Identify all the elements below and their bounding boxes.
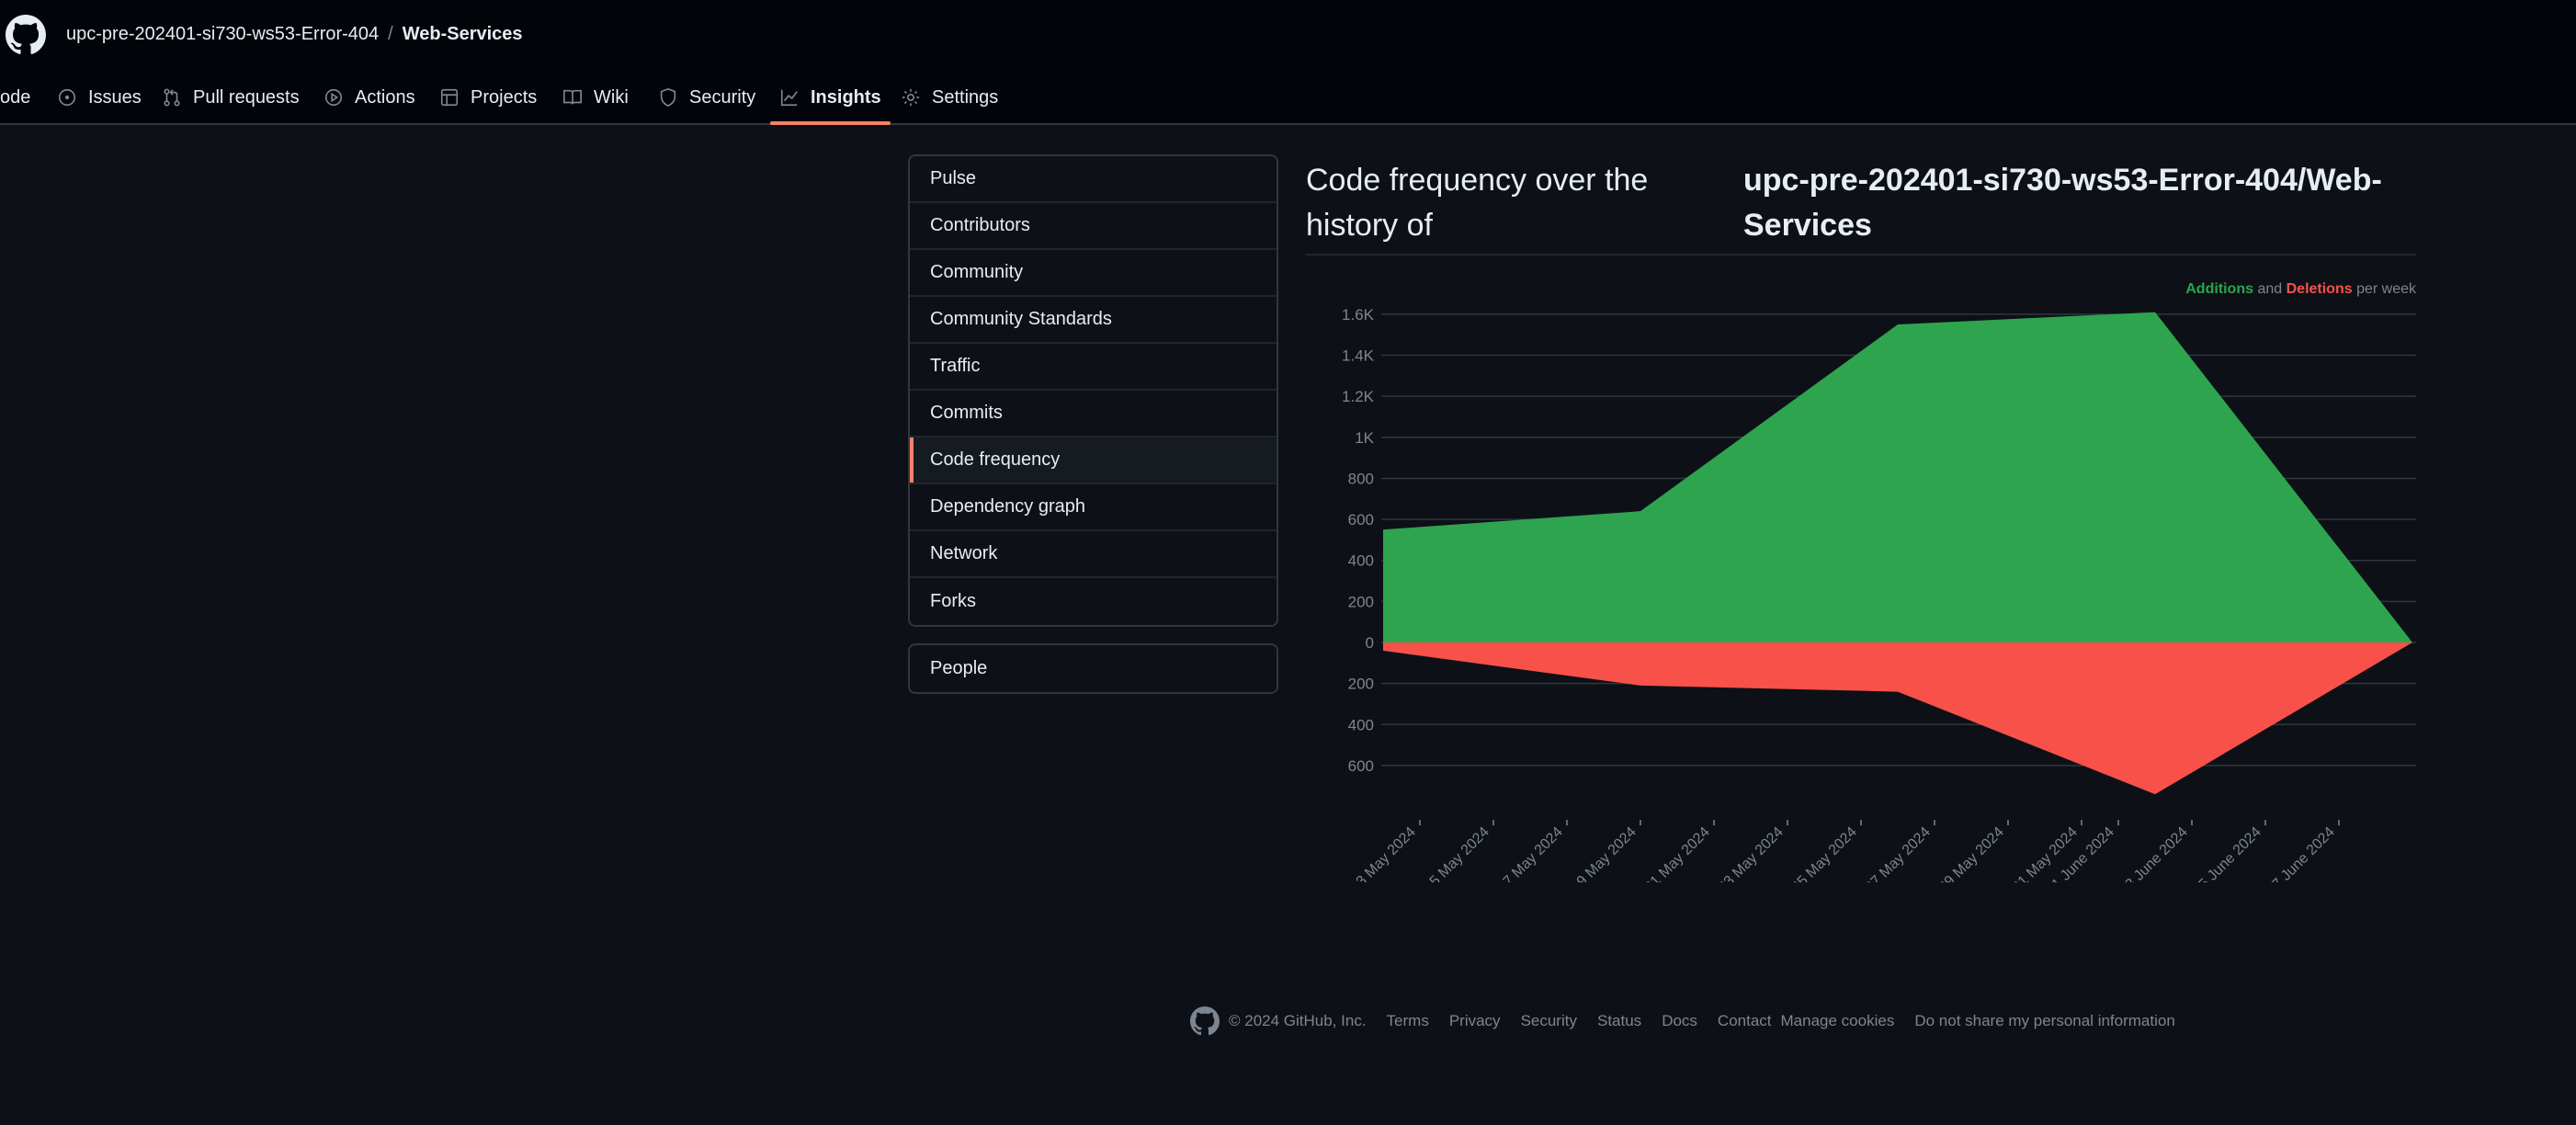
x-tick-label: 03 June 2024 [2116, 824, 2191, 882]
graph-icon [780, 89, 798, 107]
x-tick-label: 19 May 2024 [1568, 824, 1640, 882]
tab-label: Pull requests [193, 86, 300, 108]
footer-link-status[interactable]: Status [1597, 1012, 1641, 1030]
tab-label: Actions [355, 86, 415, 108]
y-tick-label: 0 [1366, 634, 1374, 652]
sidebar-item-code-frequency[interactable]: Code frequency [910, 438, 1277, 484]
tab-label: Insights [811, 86, 881, 108]
insights-sidebar-menu: Pulse Contributors Community Community S… [908, 154, 1278, 627]
sidebar-item-commits[interactable]: Commits [910, 391, 1277, 438]
breadcrumb: upc-pre-202401-si730-ws53-Error-404 / Web-… [66, 24, 523, 45]
sidebar-item-people[interactable]: People [910, 645, 1277, 692]
y-tick-label: 800 [1348, 470, 1374, 487]
tab-label: Security [689, 86, 756, 108]
x-tick-label: 25 May 2024 [1788, 824, 1860, 882]
footer-link-docs[interactable]: Docs [1662, 1012, 1697, 1030]
y-tick-label: 1K [1355, 429, 1374, 447]
y-tick-label: 200 [1348, 676, 1374, 693]
x-tick-label: 21 May 2024 [1641, 824, 1713, 882]
shield-icon [660, 87, 676, 108]
tab-label: Settings [932, 86, 999, 108]
people-menu: People [908, 643, 1278, 694]
x-tick-label: 05 June 2024 [2190, 824, 2264, 882]
y-tick-label: 1.6K [1342, 306, 1375, 324]
tab-label: Issues [88, 86, 142, 108]
sidebar-item-contributors[interactable]: Contributors [910, 203, 1277, 250]
breadcrumb-separator: / [388, 24, 393, 44]
y-tick-label: 600 [1348, 511, 1374, 528]
y-tick-label: 1.4K [1342, 347, 1375, 365]
code-frequency-chart: 1.6K 1.4K 1.2K 1K 800 600 400 200 0 200 400 600 13 M… [1342, 306, 2416, 882]
x-tick-label: 23 May 2024 [1715, 824, 1787, 882]
sidebar-item-pulse[interactable]: Pulse [910, 156, 1277, 203]
issue-icon [58, 88, 76, 107]
tab-pull-requests[interactable]: Pull requests [162, 72, 300, 123]
footer-link-privacy[interactable]: Privacy [1449, 1012, 1501, 1030]
tab-issues[interactable]: Issues [57, 72, 142, 123]
play-icon [324, 88, 343, 107]
footer-button-do-not-share[interactable]: Do not share my personal information [1914, 1012, 2174, 1030]
tab-security[interactable]: Security [658, 72, 755, 123]
x-tick-label: 29 May 2024 [1935, 824, 2007, 882]
additions-area [1383, 312, 2412, 642]
sidebar-item-community-standards[interactable]: Community Standards [910, 297, 1277, 344]
breadcrumb-owner-link[interactable]: upc-pre-202401-si730-ws53-Error-404 [66, 24, 379, 44]
y-tick-label: 1.2K [1342, 388, 1375, 405]
y-tick-label: 200 [1348, 593, 1374, 610]
tab-code[interactable]: ode [0, 72, 30, 123]
y-tick-label: 600 [1348, 757, 1374, 775]
deletions-area [1383, 642, 2412, 795]
x-tick-label: 15 May 2024 [1421, 824, 1492, 882]
x-tick-label: 27 May 2024 [1862, 824, 1934, 882]
sidebar-item-traffic[interactable]: Traffic [910, 344, 1277, 391]
x-tick-label: 07 June 2024 [2264, 824, 2338, 882]
sidebar-item-dependency-graph[interactable]: Dependency graph [910, 484, 1277, 531]
sidebar-item-network[interactable]: Network [910, 531, 1277, 578]
x-tick-label: 13 May 2024 [1347, 824, 1419, 882]
tab-projects[interactable]: Projects [439, 72, 537, 123]
breadcrumb-repo-link[interactable]: Web-Services [403, 24, 523, 44]
y-tick-label: 400 [1348, 552, 1374, 570]
page-title-repo: upc-pre-202401-si730-ws53-Error-404/Web-… [1743, 163, 2382, 243]
page-title: Code frequency over the history of [1306, 163, 1649, 243]
sidebar-item-community[interactable]: Community [910, 250, 1277, 297]
tab-label: Projects [471, 86, 538, 108]
gear-icon [902, 88, 920, 107]
footer-button-manage-cookies[interactable]: Manage cookies [1781, 1012, 1895, 1030]
table-icon [440, 88, 459, 107]
footer-link-terms[interactable]: Terms [1387, 1012, 1429, 1030]
tab-label: Wiki [594, 86, 629, 108]
footer-copyright: © 2024 GitHub, Inc. [1229, 1012, 1367, 1029]
footer: © 2024 GitHub, Inc. Terms Privacy Securi… [1190, 1006, 2175, 1037]
github-logo-icon[interactable] [6, 15, 46, 55]
tab-wiki[interactable]: Wiki [562, 72, 629, 123]
sidebar-item-forks[interactable]: Forks [910, 578, 1277, 625]
footer-link-contact[interactable]: Contact [1718, 1012, 1772, 1030]
pull-request-icon [164, 88, 180, 107]
tab-actions[interactable]: Actions [323, 72, 415, 123]
footer-link-security[interactable]: Security [1521, 1012, 1577, 1030]
page-heading: Code frequency over the history of upc-p… [1306, 154, 2416, 256]
tab-insights[interactable]: Insights [770, 72, 891, 125]
book-icon [563, 89, 582, 105]
tab-settings[interactable]: Settings [901, 72, 998, 123]
y-tick-label: 400 [1348, 716, 1374, 733]
github-footer-logo-icon[interactable] [1190, 1006, 1220, 1036]
x-tick-label: 17 May 2024 [1494, 824, 1566, 882]
top-bar: upc-pre-202401-si730-ws53-Error-404 / Web-… [0, 0, 2576, 125]
tab-label: ode [0, 86, 31, 108]
